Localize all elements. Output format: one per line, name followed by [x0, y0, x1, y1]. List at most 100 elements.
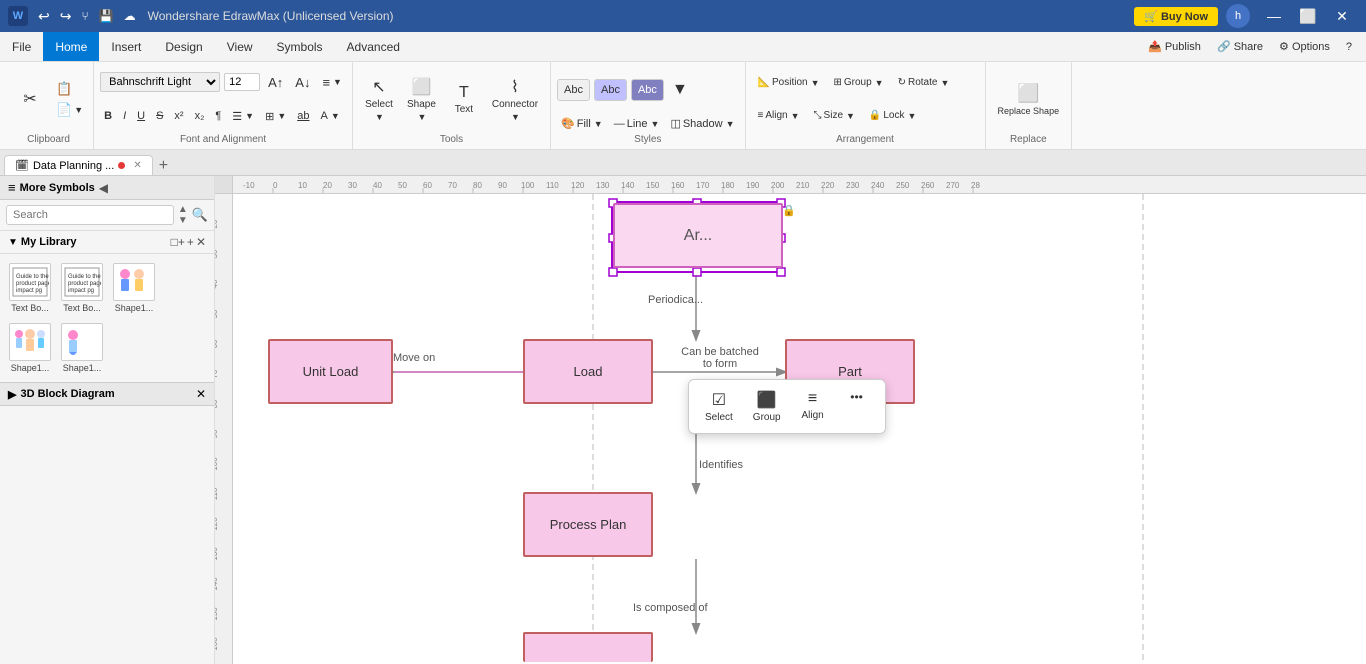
- scroll-down-button[interactable]: ▼: [178, 215, 188, 226]
- popup-align-button[interactable]: ≡ Align: [795, 386, 831, 427]
- library-expand-btn[interactable]: +: [187, 235, 194, 249]
- section-close-button[interactable]: ✕: [196, 387, 206, 401]
- cut-button[interactable]: ✂: [10, 85, 50, 113]
- copy-button[interactable]: 📋: [52, 79, 87, 99]
- position-button[interactable]: 📐 Position ▼: [752, 73, 826, 92]
- library-expand-icon: ▼: [8, 237, 18, 248]
- thumb-label-1: Text Bo...: [11, 303, 49, 313]
- menu-item-design[interactable]: Design: [153, 32, 214, 61]
- decrease-font-button[interactable]: A↓: [291, 73, 314, 92]
- thumb-shape-3[interactable]: Shape1...: [58, 320, 106, 376]
- close-button[interactable]: ✕: [1326, 5, 1358, 27]
- font-select[interactable]: Bahnschrift Light: [100, 72, 220, 92]
- align-arr-button[interactable]: ≡ Align ▼: [752, 106, 806, 125]
- tab-icon: 🗓: [15, 159, 29, 172]
- replace-shape-button[interactable]: ⬜ Replace Shape: [992, 79, 1066, 120]
- branch-button[interactable]: ⑂: [77, 6, 92, 27]
- styles-expand[interactable]: ▼: [668, 79, 692, 101]
- diagram-canvas[interactable]: 🔒 Ar... Unit Load: [233, 194, 1366, 664]
- chevron-right-icon: ▶: [8, 388, 16, 401]
- menu-item-insert[interactable]: Insert: [99, 32, 153, 61]
- underline-button[interactable]: U: [133, 108, 149, 124]
- arrow-label-composed: Is composed of: [633, 602, 708, 614]
- arrow-label-move-on: Move on: [393, 352, 435, 364]
- lock-button[interactable]: 🔒 Lock ▼: [863, 106, 923, 125]
- size-button[interactable]: ⤡ Size ▼: [808, 106, 861, 125]
- doc-tab-main[interactable]: 🗓 Data Planning ... ✕: [4, 155, 153, 175]
- superscript-button[interactable]: x²: [170, 108, 187, 124]
- node-bottom[interactable]: [523, 632, 653, 662]
- minimize-button[interactable]: —: [1258, 5, 1290, 27]
- publish-button[interactable]: 📤 Publish: [1142, 38, 1207, 55]
- bullet-button[interactable]: ⊞▼: [261, 108, 290, 125]
- popup-select-button[interactable]: ☑ Select: [699, 386, 739, 427]
- group-button[interactable]: ⊞ Group ▼: [827, 73, 889, 92]
- shape-button[interactable]: ⬜ Shape ▼: [401, 73, 442, 126]
- search-input[interactable]: [6, 205, 174, 225]
- font-color-button[interactable]: A▼: [316, 108, 343, 124]
- fill-button[interactable]: 🎨 Fill ▼: [557, 115, 607, 132]
- text-style-1[interactable]: Abc: [557, 79, 590, 101]
- menu-item-home[interactable]: Home: [43, 32, 99, 61]
- connector-button[interactable]: ⌇ Connector ▼: [486, 73, 544, 126]
- menu-item-file[interactable]: File: [0, 32, 43, 61]
- italic-button[interactable]: I: [119, 108, 130, 124]
- section-divider-3d[interactable]: ▶ 3D Block Diagram ✕: [0, 382, 214, 406]
- bold-button[interactable]: B: [100, 108, 116, 124]
- undo-button[interactable]: ↩: [34, 6, 54, 27]
- list-button[interactable]: ☰▼: [228, 108, 258, 125]
- line-button[interactable]: — Line ▼: [610, 115, 664, 132]
- svg-text:190: 190: [746, 181, 760, 190]
- shadow-button[interactable]: ◫ Shadow ▼: [666, 115, 738, 132]
- subscript-button[interactable]: x₂: [191, 108, 209, 124]
- app-icon: W: [8, 6, 28, 26]
- node-unit-load[interactable]: Unit Load: [268, 339, 393, 404]
- svg-text:80: 80: [473, 181, 482, 190]
- panel-collapse-button[interactable]: ◀: [99, 181, 108, 195]
- svg-text:Guide to the: Guide to the: [16, 274, 49, 280]
- menu-item-symbols[interactable]: Symbols: [265, 32, 335, 61]
- menu-item-advanced[interactable]: Advanced: [335, 32, 412, 61]
- node-part-label: Part: [838, 364, 862, 379]
- thumb-shape-1[interactable]: Shape1...: [110, 260, 158, 316]
- text-button[interactable]: T Text: [444, 80, 484, 119]
- select-button[interactable]: ↖ Select ▼: [359, 73, 399, 126]
- help-button[interactable]: ?: [1340, 39, 1358, 55]
- underline2-button[interactable]: ab: [293, 108, 313, 124]
- arrangement-group: 📐 Position ▼ ⊞ Group ▼ ↻ Rotate ▼ ≡ Alig…: [746, 62, 986, 149]
- library-close-button[interactable]: ✕: [196, 235, 206, 249]
- node-ar[interactable]: Ar...: [613, 203, 783, 268]
- svg-text:product page's: product page's: [68, 281, 101, 287]
- popup-more-button[interactable]: •••: [839, 386, 875, 427]
- thumb-text-box-1[interactable]: Guide to the product page's impact pg Te…: [6, 260, 54, 316]
- text-style-2[interactable]: Abc: [594, 79, 627, 101]
- para-button[interactable]: ¶: [211, 108, 225, 124]
- align-button[interactable]: ≡▼: [318, 73, 346, 92]
- svg-text:230: 230: [846, 181, 860, 190]
- cloud-button[interactable]: ☁: [120, 6, 140, 27]
- rotate-button[interactable]: ↻ Rotate ▼: [892, 73, 956, 92]
- maximize-button[interactable]: ⬜: [1292, 5, 1324, 27]
- tab-close-icon[interactable]: ✕: [133, 160, 141, 171]
- strikethrough-button[interactable]: S: [152, 108, 167, 124]
- add-tab-button[interactable]: +: [153, 157, 174, 175]
- text-style-3[interactable]: Abc: [631, 79, 664, 101]
- thumb-text-box-2[interactable]: Guide to the product page's impact pg Te…: [58, 260, 106, 316]
- node-load[interactable]: Load: [523, 339, 653, 404]
- popup-group-button[interactable]: ⬛ Group: [747, 386, 787, 427]
- increase-font-button[interactable]: A↑: [264, 73, 287, 92]
- save-button[interactable]: 💾: [95, 6, 118, 27]
- options-button[interactable]: ⚙ Options: [1273, 38, 1336, 55]
- node-process-plan[interactable]: Process Plan: [523, 492, 653, 557]
- svg-text:impact pg: impact pg: [16, 288, 42, 294]
- buy-now-button[interactable]: 🛒 Buy Now: [1134, 7, 1218, 26]
- library-add-button[interactable]: □+: [171, 235, 185, 249]
- redo-button[interactable]: ↪: [56, 6, 76, 27]
- font-size-input[interactable]: [224, 73, 260, 91]
- menu-item-view[interactable]: View: [215, 32, 265, 61]
- thumb-shape-2[interactable]: Shape1...: [6, 320, 54, 376]
- paste-button[interactable]: 📄 ▼: [52, 100, 87, 120]
- svg-text:🔒: 🔒: [782, 204, 796, 217]
- share-button[interactable]: 🔗 Share: [1211, 38, 1269, 55]
- scroll-up-button[interactable]: ▲: [178, 204, 188, 215]
